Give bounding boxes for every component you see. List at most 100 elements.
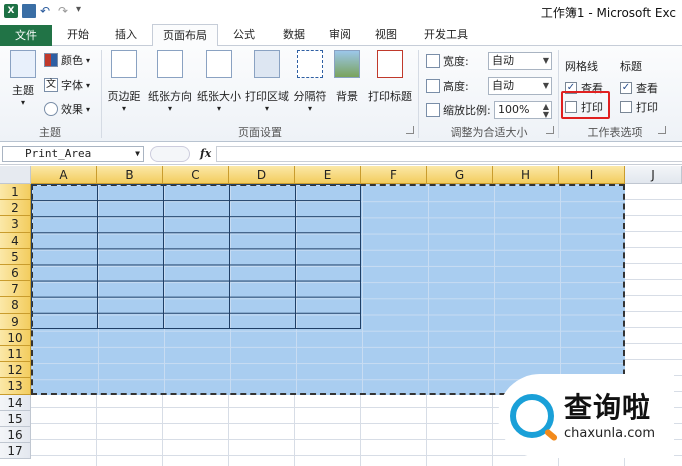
search-logo-icon (510, 394, 554, 438)
row-header-5[interactable]: 5 (0, 248, 31, 265)
watermark-brand: 查询啦 (564, 390, 652, 424)
row-header-15[interactable]: 15 (0, 410, 31, 427)
fonts-icon: 文 (44, 78, 58, 92)
headings-print-checkbox[interactable]: 打印 (620, 99, 658, 115)
bordered-table-range[interactable] (31, 184, 361, 329)
checkbox-checked-icon[interactable]: ✓ (620, 82, 632, 94)
column-header-b[interactable]: B (97, 166, 163, 184)
headings-view-checkbox[interactable]: ✓ 查看 (620, 80, 658, 96)
background-button[interactable]: 背景 (331, 50, 363, 104)
tab-view[interactable]: 视图 (364, 24, 408, 46)
checkbox-unchecked-icon[interactable] (620, 101, 632, 113)
row-header-8[interactable]: 8 (0, 297, 31, 314)
customize-qat-icon[interactable]: ▾ (76, 4, 90, 18)
row-header-17[interactable]: 17 (0, 443, 31, 460)
page-setup-launcher-icon[interactable] (406, 126, 414, 134)
row-header-6[interactable]: 6 (0, 265, 31, 282)
select-all-corner[interactable] (0, 166, 31, 184)
row-header-4[interactable]: 4 (0, 232, 31, 249)
column-header-j[interactable]: J (625, 166, 682, 184)
ribbon-tabs: 文件 开始 插入 页面布局 公式 数据 审阅 视图 开发工具 (0, 22, 682, 47)
quick-access-toolbar: X ↶ ↷ ▾ (4, 3, 90, 19)
tab-formulas[interactable]: 公式 (222, 24, 266, 46)
width-label: 宽度: (426, 53, 469, 69)
paper-size-icon (206, 50, 232, 78)
print-titles-button[interactable]: 打印标题 (365, 50, 415, 104)
row-header-9[interactable]: 9 (0, 313, 31, 330)
scale-label: 缩放比例: (426, 102, 491, 118)
tab-review[interactable]: 审阅 (318, 24, 362, 46)
watermark-url: chaxunla.com (564, 425, 655, 441)
width-dropdown[interactable]: 自动 ▼ (488, 52, 552, 70)
tab-developer[interactable]: 开发工具 (414, 24, 478, 46)
formula-input[interactable] (216, 146, 682, 162)
column-header-c[interactable]: C (163, 166, 229, 184)
save-icon[interactable] (22, 4, 36, 18)
sheet-options-launcher-icon[interactable] (658, 126, 666, 134)
group-separator (101, 50, 102, 138)
tab-file[interactable]: 文件 (0, 25, 52, 46)
themes-button[interactable]: 主题 ▾ (6, 50, 40, 107)
column-header-h[interactable]: H (493, 166, 559, 184)
scale-to-fit-launcher-icon[interactable] (546, 126, 554, 134)
watermark: 查询啦 chaxunla.com (498, 374, 674, 458)
row-header-14[interactable]: 14 (0, 394, 31, 411)
insert-function-icon[interactable]: fx (200, 147, 211, 160)
row-header-2[interactable]: 2 (0, 200, 31, 217)
chevron-down-icon: ▼ (542, 81, 549, 90)
tab-insert[interactable]: 插入 (104, 24, 148, 46)
headings-header: 标题 (620, 60, 642, 73)
tab-page-layout[interactable]: 页面布局 (152, 24, 218, 47)
print-area-icon (254, 50, 280, 78)
print-area-button[interactable]: 打印区域 ▾ (243, 50, 291, 113)
row-header-3[interactable]: 3 (0, 216, 31, 233)
tab-home[interactable]: 开始 (56, 24, 100, 46)
column-header-e[interactable]: E (295, 166, 361, 184)
orientation-button[interactable]: 纸张方向 ▾ (146, 50, 194, 113)
breaks-button[interactable]: 分隔符 ▾ (291, 50, 329, 113)
row-header-1[interactable]: 1 (0, 184, 31, 201)
colors-icon (44, 53, 58, 67)
column-header-i[interactable]: I (559, 166, 625, 184)
column-header-f[interactable]: F (361, 166, 427, 184)
row-header-10[interactable]: 10 (0, 329, 31, 346)
row-header-13[interactable]: 13 (0, 378, 31, 395)
row-header-7[interactable]: 7 (0, 281, 31, 298)
column-header-g[interactable]: G (427, 166, 493, 184)
theme-colors-button[interactable]: 颜色 ▾ (44, 52, 90, 68)
width-icon (426, 54, 440, 68)
row-header-16[interactable]: 16 (0, 427, 31, 444)
effects-icon (44, 102, 58, 116)
formula-bar-divider (150, 146, 190, 162)
orientation-icon (157, 50, 183, 78)
column-header-d[interactable]: D (229, 166, 295, 184)
scale-stepper[interactable]: 100% ▲ ▼ (494, 101, 552, 119)
redo-icon[interactable]: ↷ (58, 4, 72, 18)
group-label-themes: 主题 (39, 126, 61, 139)
themes-icon (10, 50, 36, 78)
height-dropdown[interactable]: 自动 ▼ (488, 77, 552, 95)
margins-button[interactable]: 页边距 ▾ (104, 50, 144, 113)
excel-app-icon[interactable]: X (4, 4, 18, 18)
print-titles-icon (377, 50, 403, 78)
spinner-icon[interactable]: ▲ ▼ (543, 103, 549, 119)
theme-fonts-button[interactable]: 文 字体 ▾ (44, 77, 90, 93)
group-separator (418, 50, 419, 138)
row-header-12[interactable]: 12 (0, 362, 31, 379)
chevron-down-icon[interactable]: ▼ (135, 147, 140, 161)
paper-size-button[interactable]: 纸张大小 ▾ (195, 50, 243, 113)
breaks-icon (297, 50, 323, 78)
theme-effects-button[interactable]: 效果 ▾ (44, 101, 90, 117)
margins-icon (111, 50, 137, 78)
scale-icon (426, 103, 440, 117)
name-box[interactable]: Print_Area ▼ (2, 146, 144, 162)
height-icon (426, 79, 440, 93)
formula-bar: Print_Area ▼ fx (0, 143, 682, 165)
gridlines-header: 网格线 (565, 60, 598, 73)
column-header-a[interactable]: A (31, 166, 97, 184)
undo-icon[interactable]: ↶ (40, 4, 54, 18)
height-label: 高度: (426, 78, 469, 94)
tab-data[interactable]: 数据 (272, 24, 316, 46)
group-label-page-setup: 页面设置 (238, 126, 282, 139)
row-header-11[interactable]: 11 (0, 346, 31, 363)
